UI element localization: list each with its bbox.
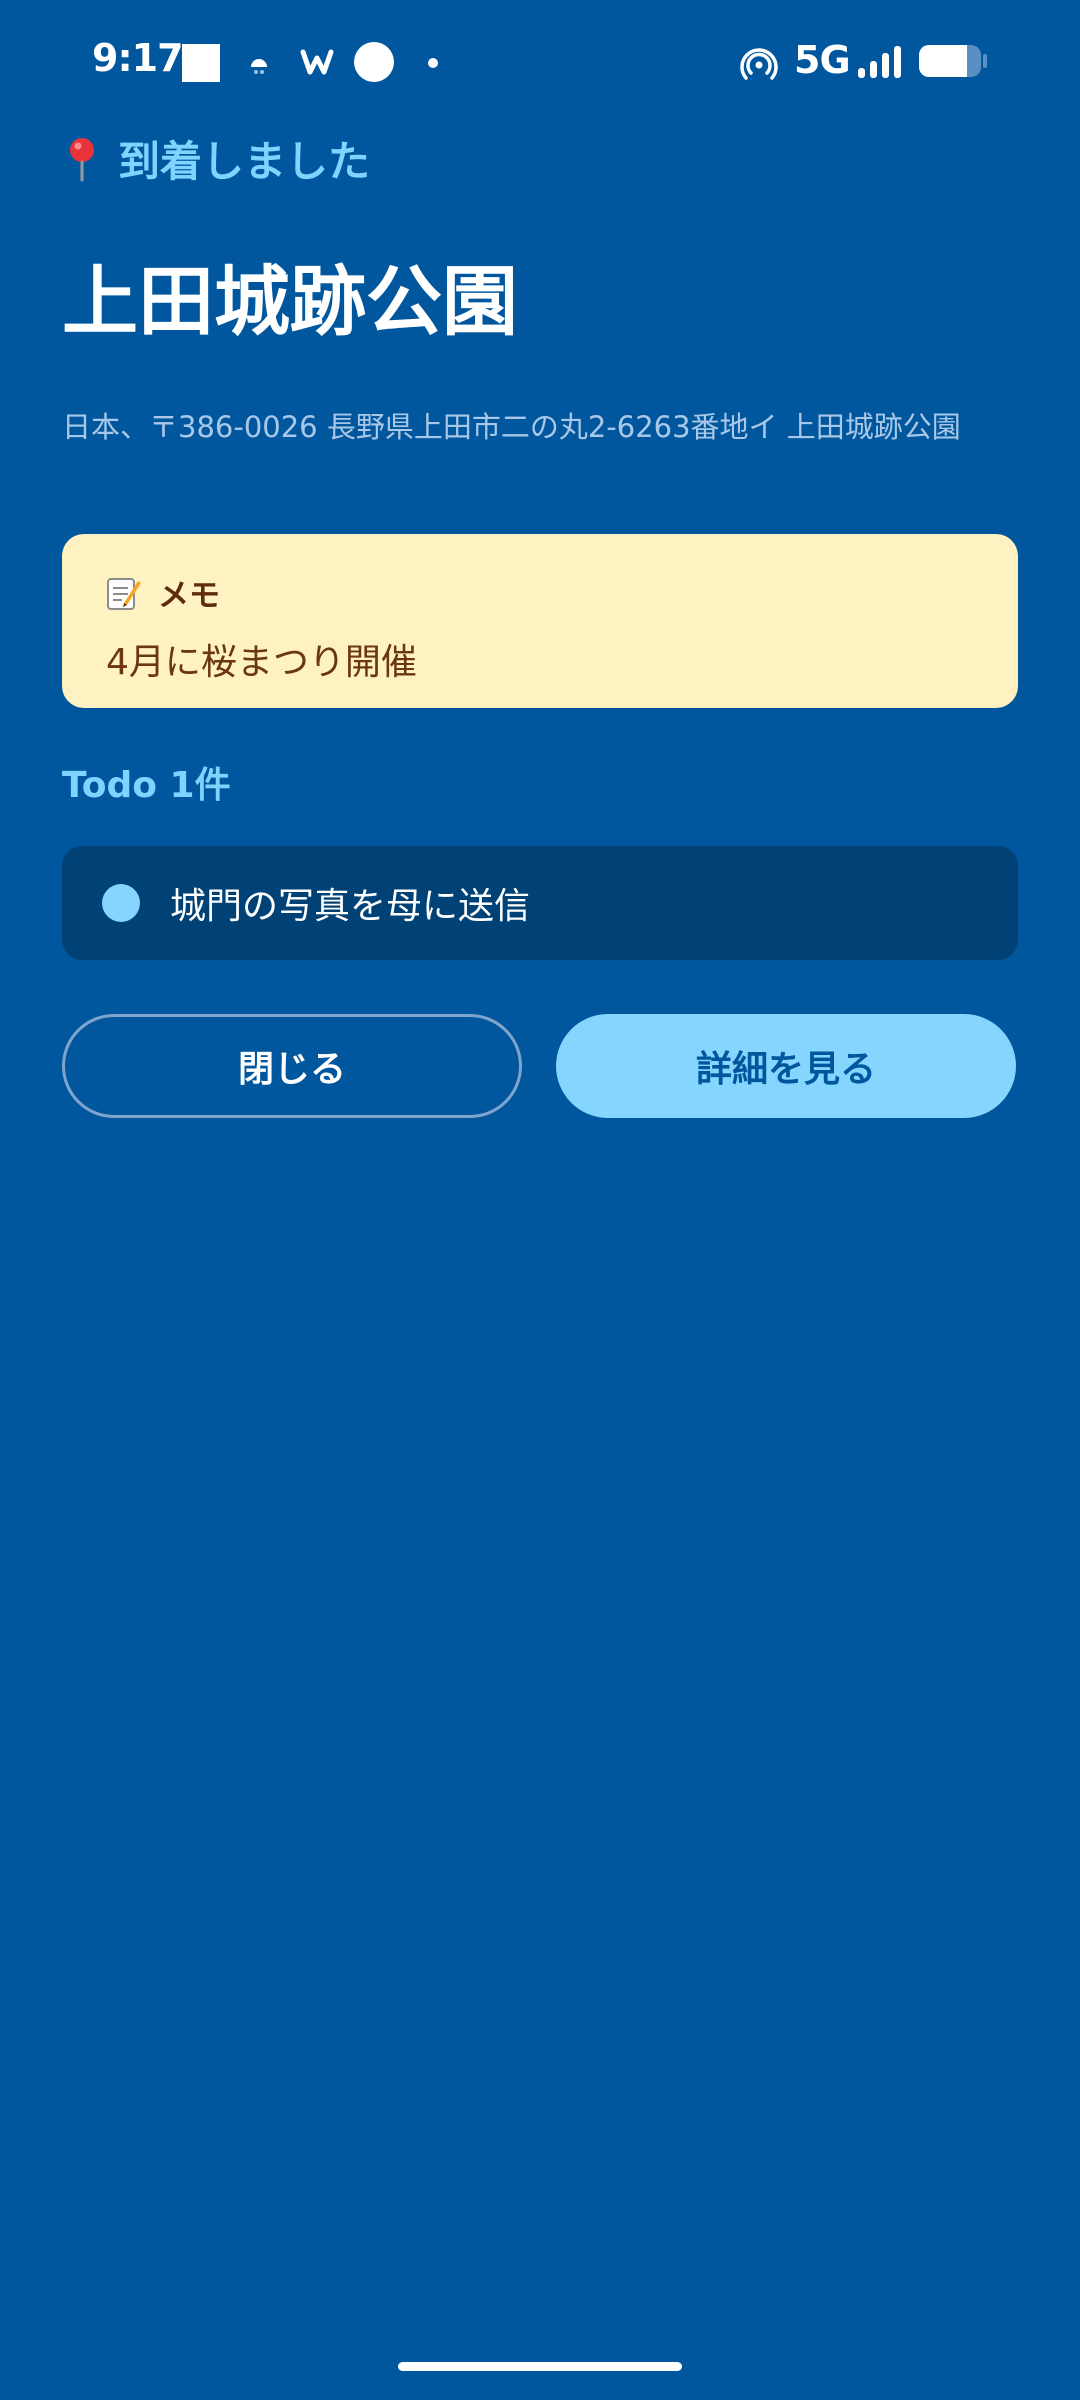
status-bar: 9:17 5G xyxy=(0,0,1080,124)
pin-icon xyxy=(70,137,94,181)
home-indicator[interactable] xyxy=(398,2362,682,2371)
network-type: 5G xyxy=(794,38,851,82)
arrival-label: 到着しました xyxy=(118,137,371,186)
memo-text: 4月に桜まつり開催 xyxy=(106,642,417,683)
memo-header: メモ xyxy=(106,570,974,615)
arrival-banner: 到着しました xyxy=(64,128,370,189)
todo-heading: Todo 1件 xyxy=(62,765,231,806)
signal-icon xyxy=(858,46,901,78)
circle-icon xyxy=(354,42,394,82)
status-time: 9:17 xyxy=(92,36,184,80)
memo-label: メモ xyxy=(158,578,220,614)
dot-icon xyxy=(428,58,438,68)
close-button[interactable]: 閉じる xyxy=(62,1014,522,1118)
memo-card: メモ 4月に桜まつり開催 xyxy=(62,534,1018,708)
arrival-screen: 9:17 5G 到着しました 上田城跡公園 日本、〒386-0026 長野県上田… xyxy=(0,0,1080,2400)
square-icon xyxy=(182,44,220,82)
todo-checkbox[interactable] xyxy=(102,884,140,922)
todo-item-text: 城門の写真を母に送信 xyxy=(170,886,531,927)
memo-icon xyxy=(107,577,141,610)
todo-item[interactable]: 城門の写真を母に送信 xyxy=(62,846,1018,960)
page-title: 上田城跡公園 xyxy=(62,257,518,346)
hotspot-icon xyxy=(740,48,778,80)
battery-icon xyxy=(919,45,987,77)
place-address: 日本、〒386-0026 長野県上田市二の丸2-6263番地イ 上田城跡公園 xyxy=(62,410,961,444)
weather-icon xyxy=(251,59,267,74)
view-details-button[interactable]: 詳細を見る xyxy=(556,1014,1016,1118)
w-app-icon xyxy=(300,49,334,75)
